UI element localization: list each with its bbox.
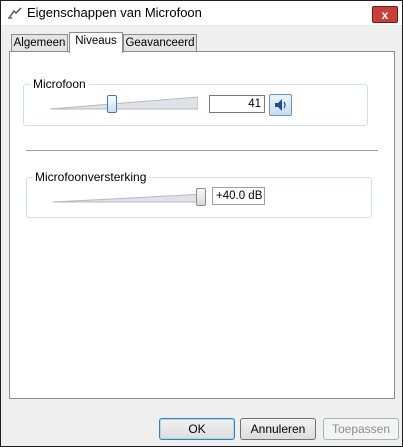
microphone-label: Microfoon <box>30 77 89 91</box>
apply-button[interactable]: Toepassen <box>323 418 399 440</box>
boost-slider[interactable] <box>53 188 206 206</box>
tab-algemeen[interactable]: Algemeen <box>11 34 68 52</box>
tab-niveaus[interactable]: Niveaus <box>69 32 123 53</box>
separator <box>26 150 378 152</box>
close-icon: x <box>381 7 389 22</box>
properties-window: Eigenschappen van Microfoon x Algemeen N… <box>0 0 403 447</box>
microphone-slider-thumb[interactable] <box>107 95 117 113</box>
title-bar: Eigenschappen van Microfoon x <box>1 1 402 26</box>
boost-value[interactable]: +40.0 dB <box>212 187 265 205</box>
microphone-level-slider[interactable] <box>50 95 198 113</box>
speaker-icon <box>275 99 286 111</box>
boost-slider-ramp <box>53 193 206 203</box>
window-title: Eigenschappen van Microfoon <box>27 5 202 20</box>
close-button[interactable]: x <box>372 6 398 23</box>
tab-geavanceerd[interactable]: Geavanceerd <box>123 34 197 52</box>
microphone-level-value[interactable]: 41 <box>209 95 265 113</box>
microphone-app-icon <box>8 7 22 19</box>
cancel-button[interactable]: Annuleren <box>240 418 316 440</box>
slider-ramp <box>50 96 198 110</box>
ok-button[interactable]: OK <box>159 418 235 440</box>
boost-slider-thumb[interactable] <box>196 188 206 206</box>
levels-panel: Microfoon 41 Microfoonversterking +40.0 … <box>9 51 395 399</box>
mute-button[interactable] <box>269 94 292 116</box>
boost-label: Microfoonversterking <box>32 170 150 184</box>
